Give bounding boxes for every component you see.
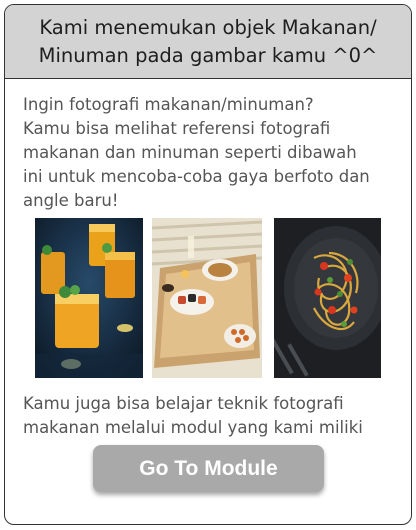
- go-to-module-button[interactable]: Go To Module: [93, 445, 324, 492]
- module-hint-text: Kamu juga bisa belajar teknik fotografi …: [23, 394, 363, 437]
- reference-photo-drinks[interactable]: [35, 218, 143, 378]
- reference-photo-pasta[interactable]: [274, 218, 381, 378]
- drinks-photo-image: [35, 218, 143, 378]
- card-title: Kami menemukan objek Makanan/ Minuman pa…: [38, 15, 378, 67]
- intro-text: Ingin fotografi makanan/minuman? Kamu bi…: [23, 95, 370, 210]
- pasta-plate-photo-image: [274, 218, 381, 378]
- breakfast-tray-photo-image: [152, 218, 262, 378]
- reference-photo-breakfast-tray[interactable]: [152, 218, 262, 378]
- card-header: Kami menemukan objek Makanan/ Minuman pa…: [5, 5, 411, 79]
- food-detection-card: Kami menemukan objek Makanan/ Minuman pa…: [4, 4, 412, 525]
